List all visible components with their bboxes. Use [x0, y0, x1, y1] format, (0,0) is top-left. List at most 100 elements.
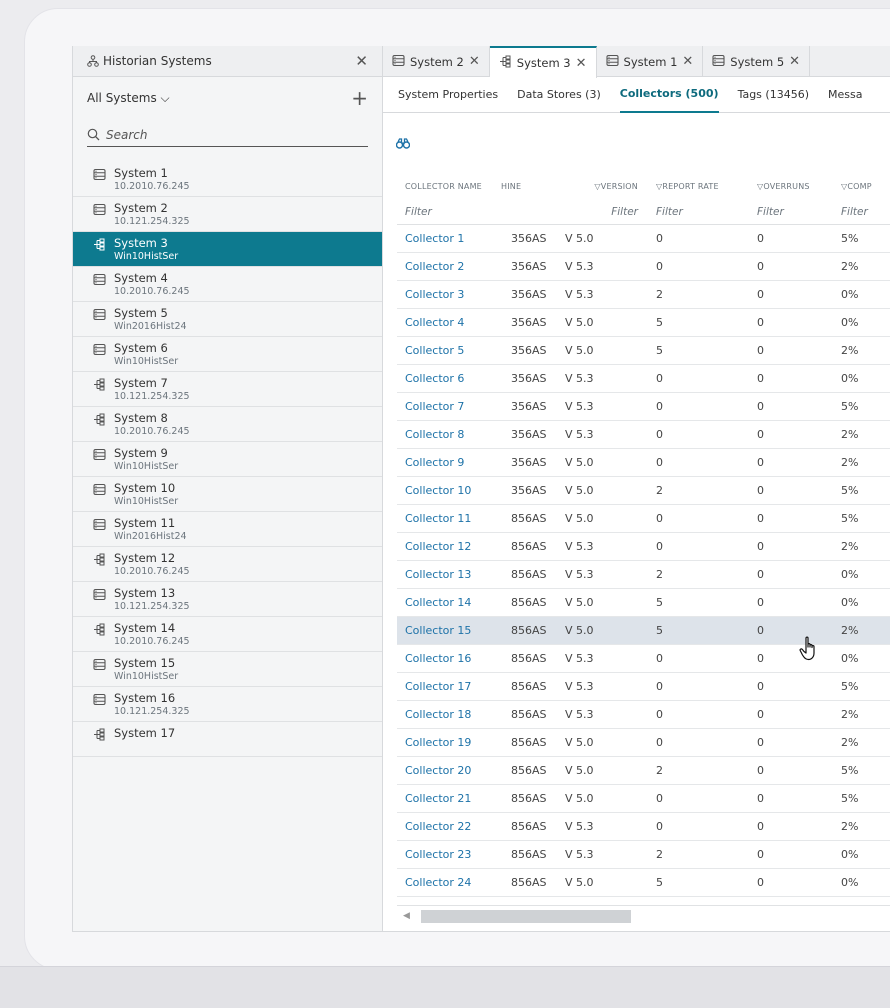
sidebar-item-system[interactable]: System 10 Win10HistSer — [73, 477, 382, 512]
detail-tab[interactable]: Tags (13456) — [738, 77, 809, 113]
horizontal-scrollbar[interactable]: ◀ — [397, 905, 890, 925]
sidebar-item-system[interactable]: System 12 10.2010.76.245 — [73, 547, 382, 582]
sidebar-item-system[interactable]: System 15 Win10HistSer — [73, 652, 382, 687]
system-text: System 14 10.2010.76.245 — [114, 622, 190, 648]
binoculars-icon[interactable] — [395, 134, 411, 153]
column-header[interactable]: HINE — [499, 182, 561, 191]
collector-name-link[interactable]: Collector 14 — [397, 596, 499, 609]
sidebar-item-system[interactable]: System 2 10.121.254.325 — [73, 197, 382, 232]
sidebar-item-system[interactable]: System 14 10.2010.76.245 — [73, 617, 382, 652]
table-row[interactable]: Collector 2 356AS V 5.3 0 0 2% — [397, 253, 890, 281]
collector-name-link[interactable]: Collector 3 — [397, 288, 499, 301]
detail-tab[interactable]: Collectors (500) — [619, 77, 719, 113]
add-system-button[interactable]: + — [351, 86, 368, 110]
sidebar-item-system[interactable]: System 13 10.121.254.325 — [73, 582, 382, 617]
collector-name-link[interactable]: Collector 24 — [397, 876, 499, 889]
collector-name-link[interactable]: Collector 22 — [397, 820, 499, 833]
system-list: System 1 10.2010.76.245 System 2 10.121.254… — [73, 162, 382, 757]
table-row[interactable]: Collector 23 856AS V 5.3 2 0 0% — [397, 841, 890, 869]
table-row[interactable]: Collector 19 856AS V 5.0 0 0 2% — [397, 729, 890, 757]
detail-tab[interactable]: Data Stores (3) — [517, 77, 601, 113]
collector-name-link[interactable]: Collector 15 — [397, 624, 499, 637]
table-row[interactable]: Collector 1 356AS V 5.0 0 0 5% — [397, 225, 890, 253]
column-filter-input[interactable]: Filter — [648, 206, 747, 218]
all-systems-dropdown[interactable]: All Systems ⌵ — [87, 91, 351, 106]
sidebar-item-system[interactable]: System 5 Win2016Hist24 — [73, 302, 382, 337]
close-tab-icon[interactable]: ✕ — [576, 56, 587, 71]
collector-name-link[interactable]: Collector 23 — [397, 848, 499, 861]
collector-name-link[interactable]: Collector 18 — [397, 708, 499, 721]
collector-name-link[interactable]: Collector 8 — [397, 428, 499, 441]
sidebar-item-system[interactable]: System 4 10.2010.76.245 — [73, 267, 382, 302]
table-row[interactable]: Collector 3 356AS V 5.3 2 0 0% — [397, 281, 890, 309]
tab-system[interactable]: System 5 ✕ — [703, 46, 811, 77]
close-tab-icon[interactable]: ✕ — [682, 54, 693, 69]
close-tab-icon[interactable]: ✕ — [789, 54, 800, 69]
tab-system[interactable]: System 2 ✕ — [383, 46, 490, 77]
collector-name-link[interactable]: Collector 5 — [397, 344, 499, 357]
collector-name-link[interactable]: Collector 19 — [397, 736, 499, 749]
collector-name-link[interactable]: Collector 2 — [397, 260, 499, 273]
table-row[interactable]: Collector 18 856AS V 5.3 0 0 2% — [397, 701, 890, 729]
table-row[interactable]: Collector 14 856AS V 5.0 5 0 0% — [397, 589, 890, 617]
collector-name-link[interactable]: Collector 16 — [397, 652, 499, 665]
tab-system[interactable]: System 3 ✕ — [489, 46, 597, 78]
table-row[interactable]: Collector 5 356AS V 5.0 5 0 2% — [397, 337, 890, 365]
sidebar-item-system[interactable]: System 1 10.2010.76.245 — [73, 162, 382, 197]
sidebar-item-system[interactable]: System 16 10.121.254.325 — [73, 687, 382, 722]
column-filter-input[interactable]: Filter — [397, 206, 499, 218]
table-row[interactable]: Collector 24 856AS V 5.0 5 0 0% — [397, 869, 890, 897]
close-tab-icon[interactable]: ✕ — [469, 54, 480, 69]
column-header[interactable]: COLLECTOR NAME — [397, 182, 499, 191]
column-header[interactable]: ▽COMP — [837, 182, 890, 191]
machine-cell: 356AS — [511, 344, 547, 357]
table-row[interactable]: Collector 20 856AS V 5.0 2 0 5% — [397, 757, 890, 785]
table-row[interactable]: Collector 9 356AS V 5.0 0 0 2% — [397, 449, 890, 477]
sidebar-item-system[interactable]: System 11 Win2016Hist24 — [73, 512, 382, 547]
table-row[interactable]: Collector 8 356AS V 5.3 0 0 2% — [397, 421, 890, 449]
table-row[interactable]: Collector 17 856AS V 5.3 0 0 5% — [397, 673, 890, 701]
column-filter-input[interactable]: Filter — [561, 206, 648, 218]
table-row[interactable]: Collector 7 356AS V 5.3 0 0 5% — [397, 393, 890, 421]
table-row[interactable]: Collector 21 856AS V 5.0 0 0 5% — [397, 785, 890, 813]
scroll-left-icon[interactable]: ◀ — [403, 911, 410, 921]
sidebar-item-system[interactable]: System 8 10.2010.76.245 — [73, 407, 382, 442]
collector-name-link[interactable]: Collector 10 — [397, 484, 499, 497]
table-row[interactable]: Collector 22 856AS V 5.3 0 0 2% — [397, 813, 890, 841]
machine-cell: 356AS — [511, 260, 547, 273]
detail-tab[interactable]: Messa — [828, 77, 862, 113]
column-header[interactable]: ▽OVERRUNS — [747, 182, 837, 191]
collector-name-link[interactable]: Collector 20 — [397, 764, 499, 777]
table-row[interactable]: Collector 13 856AS V 5.3 2 0 0% — [397, 561, 890, 589]
collector-name-link[interactable]: Collector 7 — [397, 400, 499, 413]
collector-name-link[interactable]: Collector 12 — [397, 540, 499, 553]
column-header[interactable]: ▽REPORT RATE — [648, 182, 747, 191]
sidebar-item-system[interactable]: System 9 Win10HistSer — [73, 442, 382, 477]
sidebar-item-system[interactable]: System 17 — [73, 722, 382, 757]
collector-name-link[interactable]: Collector 4 — [397, 316, 499, 329]
close-icon[interactable]: ✕ — [355, 52, 368, 70]
search-input[interactable]: Search — [87, 123, 368, 147]
table-row[interactable]: Collector 12 856AS V 5.3 0 0 2% — [397, 533, 890, 561]
tab-system[interactable]: System 1 ✕ — [597, 46, 704, 77]
version-cell: V 5.0 — [565, 764, 594, 777]
sidebar-item-system[interactable]: System 7 10.121.254.325 — [73, 372, 382, 407]
collector-name-link[interactable]: Collector 9 — [397, 456, 499, 469]
table-row[interactable]: Collector 10 356AS V 5.0 2 0 5% — [397, 477, 890, 505]
sidebar-item-system[interactable]: System 6 Win10HistSer — [73, 337, 382, 372]
collector-name-link[interactable]: Collector 17 — [397, 680, 499, 693]
column-filter-input[interactable]: Filter — [837, 206, 890, 218]
table-row[interactable]: Collector 6 356AS V 5.3 0 0 0% — [397, 365, 890, 393]
column-header[interactable]: ▽VERSION — [561, 182, 648, 191]
collector-name-link[interactable]: Collector 6 — [397, 372, 499, 385]
sidebar-item-system[interactable]: System 3 Win10HistSer — [73, 232, 382, 267]
table-row[interactable]: Collector 11 856AS V 5.0 0 0 5% — [397, 505, 890, 533]
collector-name-link[interactable]: Collector 13 — [397, 568, 499, 581]
table-row[interactable]: Collector 4 356AS V 5.0 5 0 0% — [397, 309, 890, 337]
collector-name-link[interactable]: Collector 11 — [397, 512, 499, 525]
collector-name-link[interactable]: Collector 1 — [397, 232, 499, 245]
detail-tab[interactable]: System Properties — [398, 77, 498, 113]
collector-name-link[interactable]: Collector 21 — [397, 792, 499, 805]
column-filter-input[interactable]: Filter — [747, 206, 837, 218]
scrollbar-thumb[interactable] — [421, 910, 631, 923]
